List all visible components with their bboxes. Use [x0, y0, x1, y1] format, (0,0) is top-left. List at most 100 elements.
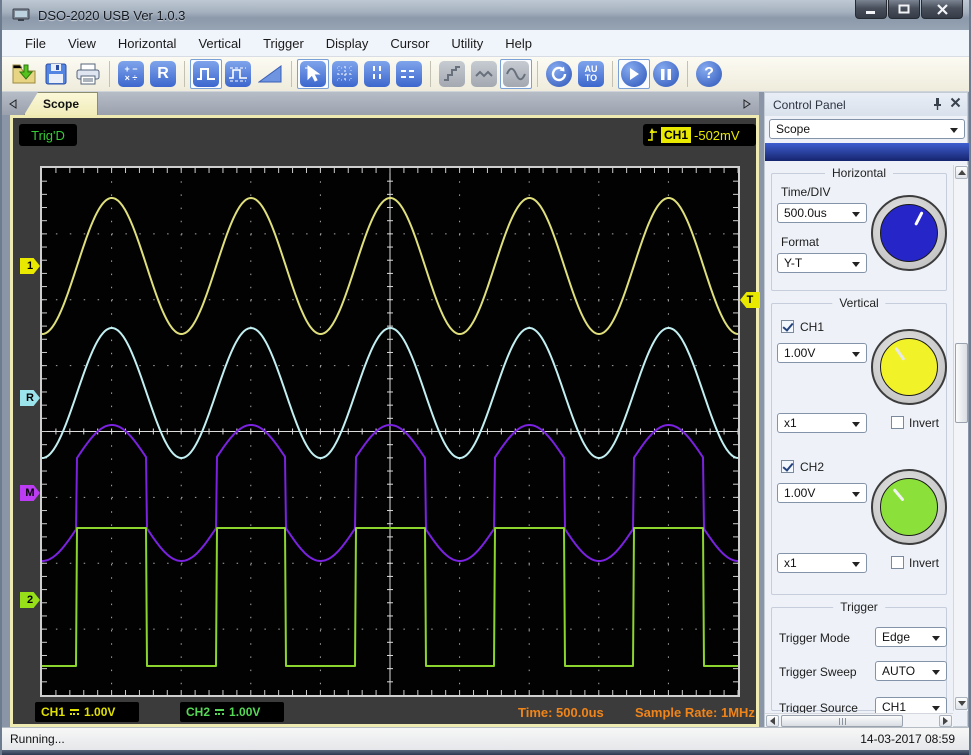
chevron-down-icon: [852, 422, 860, 427]
math-position-marker[interactable]: M: [20, 485, 40, 501]
ch1-scale-select[interactable]: 1.00V: [777, 343, 867, 363]
ch1-invert-checkbox[interactable]: [891, 416, 904, 429]
ch2-scale-select[interactable]: 1.00V: [777, 483, 867, 503]
ch2-scale-badge: CH2 1.00V: [180, 702, 284, 722]
trigger-level-marker[interactable]: T: [740, 292, 760, 308]
tab-scroll-right[interactable]: [740, 96, 754, 111]
pin-icon[interactable]: [932, 97, 943, 110]
run-button[interactable]: [618, 59, 650, 89]
horizontal-cursors-icon: [396, 61, 422, 87]
ch1-position-knob[interactable]: [871, 329, 947, 405]
status-bar: Running... 14-03-2017 08:59: [2, 727, 969, 750]
tab-scroll-left[interactable]: [6, 96, 20, 111]
menu-help[interactable]: Help: [494, 32, 543, 55]
horizontal-cursors-button[interactable]: [393, 59, 425, 89]
menu-horizontal[interactable]: Horizontal: [107, 32, 188, 55]
vertical-scroll-thumb[interactable]: [955, 343, 968, 423]
scope-screen: [40, 166, 740, 697]
trigger-status-badge: Trig'D: [19, 124, 77, 146]
timediv-label: Time/DIV: [781, 185, 831, 199]
trigger-source-select[interactable]: CH1: [875, 697, 947, 713]
step-interpolation-button[interactable]: [436, 59, 468, 89]
minimize-button[interactable]: [855, 0, 887, 19]
math-icon: + − × ÷: [118, 61, 144, 87]
menu-view[interactable]: View: [57, 32, 107, 55]
chevron-down-icon: [932, 636, 940, 641]
panel-select[interactable]: Scope: [769, 119, 965, 139]
close-button[interactable]: [921, 0, 963, 19]
ch2-invert-label: Invert: [909, 556, 940, 570]
chevron-down-icon: [852, 492, 860, 497]
format-select[interactable]: Y-T: [777, 253, 867, 273]
ch2-enable-checkbox[interactable]: [781, 460, 794, 473]
scroll-left-button[interactable]: [766, 715, 779, 727]
dc-coupling-icon: [70, 709, 80, 715]
menu-utility[interactable]: Utility: [440, 32, 494, 55]
open-button[interactable]: [8, 59, 40, 89]
menu-display[interactable]: Display: [315, 32, 380, 55]
ch1-enable-checkbox[interactable]: [781, 320, 794, 333]
grid-icon: [332, 61, 358, 87]
print-button[interactable]: [72, 59, 104, 89]
control-panel-header: Control Panel: [765, 93, 967, 116]
auto-setup-button[interactable]: AU TO: [575, 59, 607, 89]
menu-vertical[interactable]: Vertical: [187, 32, 252, 55]
square-wave-levels-button[interactable]: [222, 59, 254, 89]
math-button[interactable]: + − × ÷: [115, 59, 147, 89]
pause-icon: [653, 61, 679, 87]
trigger-mode-select[interactable]: Edge: [875, 627, 947, 647]
sine-interpolation-button[interactable]: [500, 59, 532, 89]
chevron-down-icon: [852, 352, 860, 357]
help-button[interactable]: ?: [693, 59, 725, 89]
ref-position-marker[interactable]: R: [20, 390, 40, 406]
square-wave-button[interactable]: [190, 59, 222, 89]
scroll-down-button[interactable]: [955, 697, 968, 710]
refresh-button[interactable]: [543, 59, 575, 89]
chevron-down-icon: [932, 670, 940, 675]
tab-scope[interactable]: Scope: [24, 92, 98, 115]
close-panel-icon[interactable]: [950, 97, 961, 108]
window-bottom-border: [2, 750, 969, 755]
menu-cursor[interactable]: Cursor: [379, 32, 440, 55]
app-window: DSO-2020 USB Ver 1.0.3 File View Horizon…: [0, 0, 971, 755]
vertical-scrollbar[interactable]: [953, 165, 968, 711]
ramp-button[interactable]: [254, 59, 286, 89]
linear-interpolation-button[interactable]: [468, 59, 500, 89]
horizontal-position-knob[interactable]: [871, 195, 947, 271]
ch2-invert-checkbox[interactable]: [891, 556, 904, 569]
acquisition-status: Running...: [10, 732, 65, 746]
sample-rate-readout: Sample Rate: 1MHz: [635, 705, 755, 720]
save-button[interactable]: [40, 59, 72, 89]
ch2-position-marker[interactable]: 2: [20, 592, 40, 608]
menu-trigger[interactable]: Trigger: [252, 32, 315, 55]
horizontal-scrollbar[interactable]: [765, 713, 953, 728]
pointer-button[interactable]: [297, 59, 329, 89]
vertical-cursors-button[interactable]: [361, 59, 393, 89]
ch1-position-marker[interactable]: 1: [20, 258, 40, 274]
reference-button[interactable]: R: [147, 59, 179, 89]
chevron-down-icon: [852, 562, 860, 567]
scroll-right-button[interactable]: [939, 715, 952, 727]
trigger-sweep-select[interactable]: AUTO: [875, 661, 947, 681]
toolbar: + − × ÷ R AU TO ?: [2, 57, 969, 92]
pointer-icon: [300, 61, 326, 87]
tab-bar: Scope: [2, 92, 759, 115]
sine-interpolation-icon: [503, 61, 529, 87]
scroll-up-button[interactable]: [955, 166, 968, 179]
square-wave-icon: [193, 61, 219, 87]
ch2-position-knob[interactable]: [871, 469, 947, 545]
play-icon: [621, 61, 647, 87]
pause-button[interactable]: [650, 59, 682, 89]
knob-face: [880, 204, 938, 262]
menu-file[interactable]: File: [14, 32, 57, 55]
maximize-button[interactable]: [888, 0, 920, 19]
horizontal-scroll-thumb[interactable]: [781, 715, 903, 727]
datetime-display: 14-03-2017 08:59: [860, 732, 955, 746]
grid-button[interactable]: [329, 59, 361, 89]
ch1-probe-select[interactable]: x1: [777, 413, 867, 433]
math-icon-bottom: × ÷: [124, 73, 138, 83]
ch2-probe-select[interactable]: x1: [777, 553, 867, 573]
trigger-source-label: Trigger Source: [779, 701, 858, 713]
timediv-select[interactable]: 500.0us: [777, 203, 867, 223]
chevron-down-icon: [950, 128, 958, 133]
